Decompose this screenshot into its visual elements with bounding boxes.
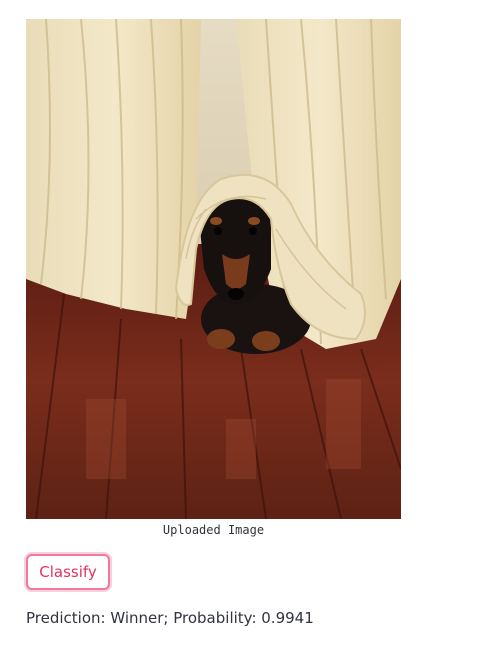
prediction-result: Prediction: Winner; Probability: 0.9941 [26, 609, 314, 627]
image-caption: Uploaded Image [162, 523, 265, 537]
classify-button[interactable]: Classify [26, 554, 110, 590]
image-container: Uploaded Image [26, 19, 401, 538]
uploaded-image [26, 19, 401, 519]
